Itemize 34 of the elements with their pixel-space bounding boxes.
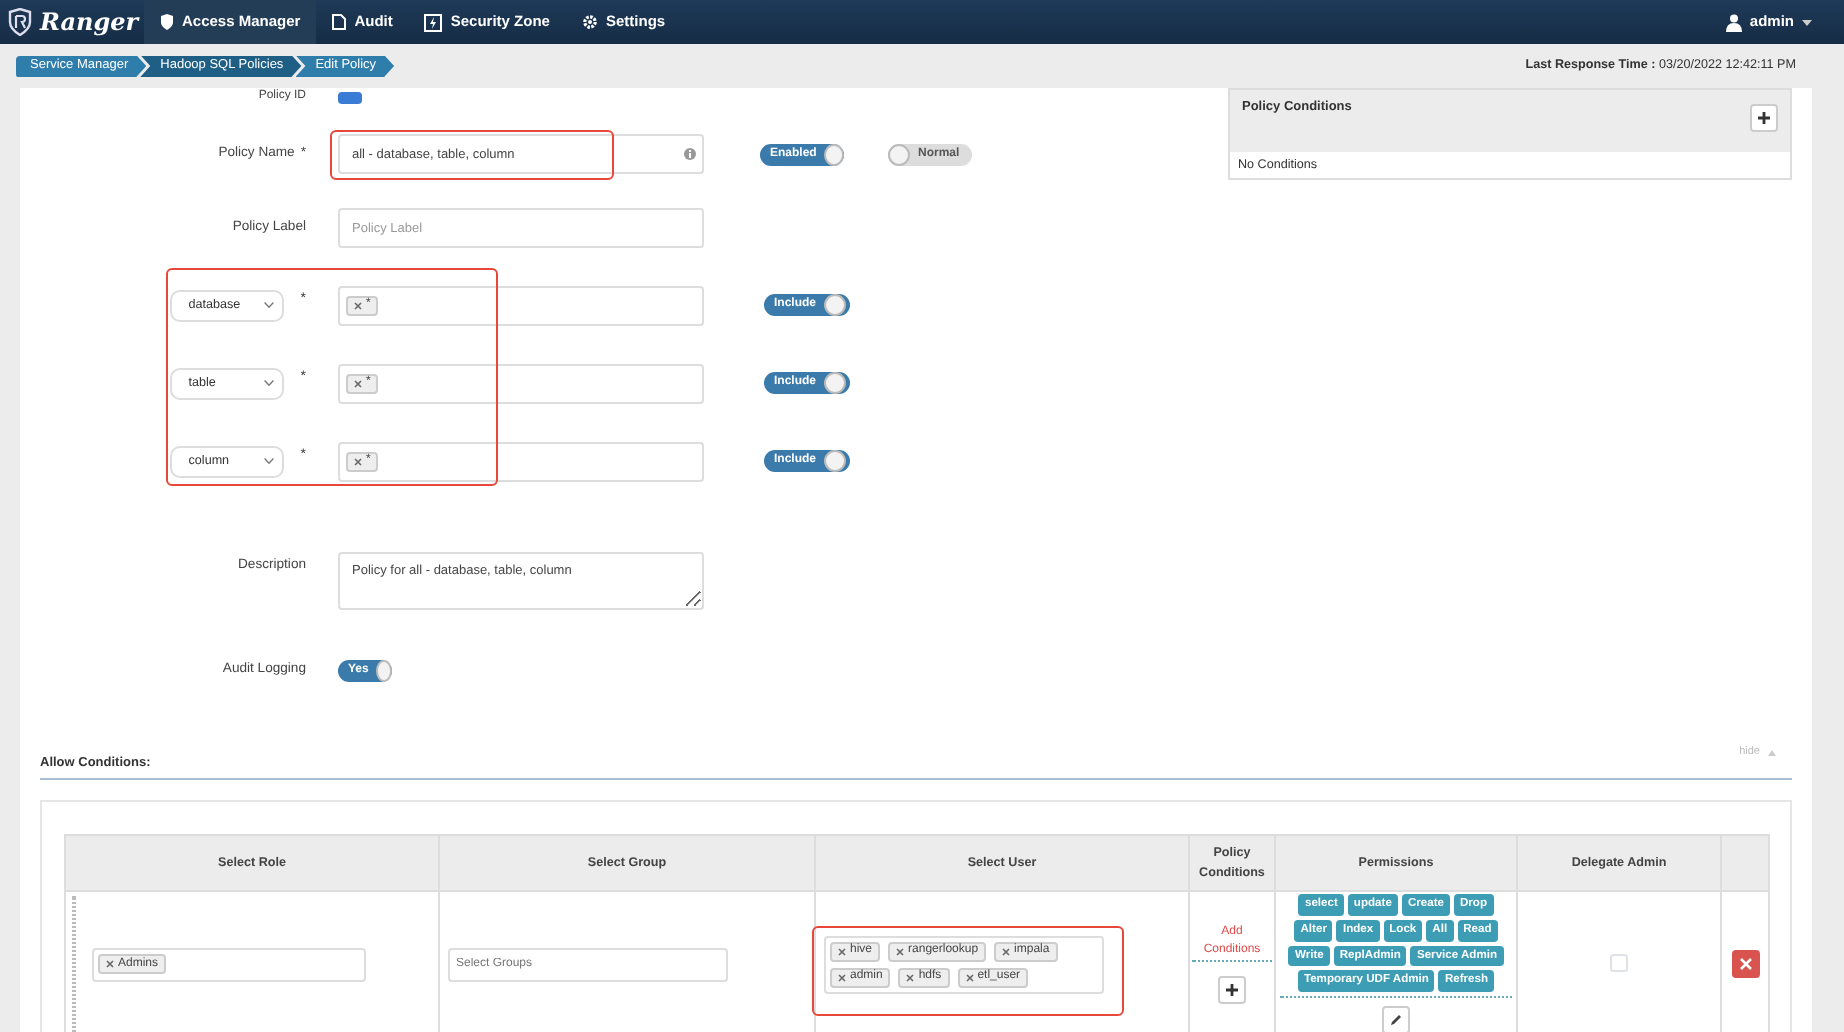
shield-icon — [160, 14, 174, 30]
caret-icon — [1768, 749, 1776, 756]
remove-icon[interactable] — [838, 973, 846, 982]
chevron-icon — [264, 380, 275, 386]
edit-button[interactable] — [1382, 1006, 1410, 1032]
remove-icon[interactable] — [354, 379, 362, 387]
remove-icon[interactable] — [354, 457, 362, 465]
drag-handle[interactable] — [72, 896, 76, 1032]
remove-icon[interactable] — [965, 973, 974, 982]
close-icon — [1739, 957, 1751, 970]
plus-icon — [1758, 112, 1770, 124]
brand-logo[interactable]: Ranger — [40, 4, 139, 40]
remove-icon[interactable] — [106, 960, 114, 969]
delete-button[interactable] — [1731, 949, 1759, 978]
delegate-admin-checkbox[interactable] — [1610, 953, 1628, 972]
remove-icon[interactable] — [354, 301, 362, 309]
caret-icon — [1802, 19, 1812, 25]
remove-icon[interactable] — [1002, 947, 1011, 956]
remove-icon[interactable] — [838, 947, 846, 956]
chevron-icon — [264, 458, 275, 464]
chevron-icon — [264, 302, 275, 308]
settings-icon — [581, 14, 598, 30]
remove-icon[interactable] — [896, 947, 905, 956]
shield-logo-icon — [8, 8, 32, 36]
remove-icon[interactable] — [906, 973, 915, 982]
plus-icon — [1226, 984, 1238, 997]
pencil-icon — [1390, 1014, 1402, 1026]
document-icon — [332, 14, 347, 30]
policy-id-badge — [338, 91, 362, 103]
user-icon — [1725, 13, 1742, 31]
lightning-icon — [424, 13, 443, 31]
info-icon — [684, 148, 696, 160]
add-condition-button[interactable] — [1218, 976, 1246, 1005]
add-condition-button[interactable] — [1750, 104, 1778, 132]
